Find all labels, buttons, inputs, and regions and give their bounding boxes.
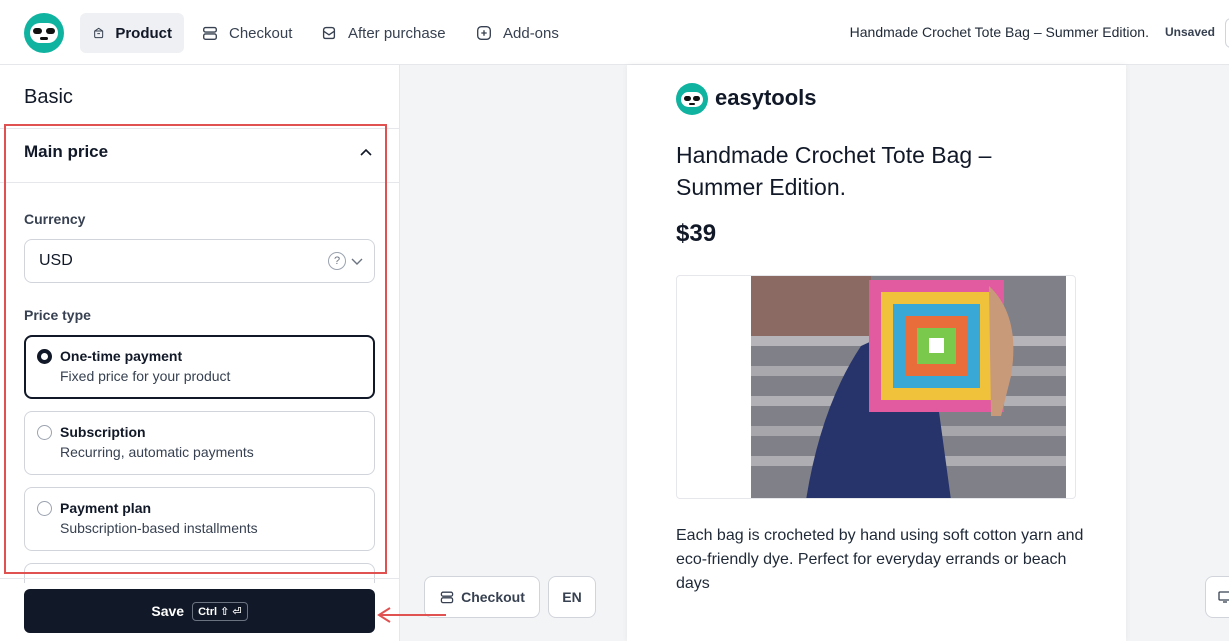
document-title: Handmade Crochet Tote Bag – Summer Editi…	[849, 24, 1149, 40]
save-button[interactable]: Save Ctrl ⇧ ⏎	[24, 589, 375, 633]
tab-product-label: Product	[115, 24, 172, 42]
product-price: $39	[676, 220, 717, 247]
tab-after-purchase-label: After purchase	[348, 24, 446, 42]
product-description: Each bag is crocheted by hand using soft…	[676, 527, 1084, 592]
divider	[0, 578, 399, 579]
checkout-icon	[203, 26, 217, 40]
plus-square-icon	[477, 26, 491, 40]
highlight-annotation	[4, 124, 387, 574]
tab-checkout-label: Checkout	[229, 24, 293, 42]
sloth-face-icon	[30, 23, 58, 43]
checkout-button-label: Checkout	[461, 589, 525, 605]
keyboard-shortcut: Ctrl ⇧ ⏎	[192, 601, 248, 621]
publish-button[interactable]	[1225, 18, 1229, 48]
device-toggle-button[interactable]	[1205, 576, 1229, 618]
section-title: Basic	[24, 86, 73, 108]
language-button[interactable]: EN	[548, 576, 596, 618]
tab-add-ons[interactable]: Add-ons	[463, 13, 571, 53]
arrow-annotation	[377, 607, 446, 623]
unsaved-badge: Unsaved	[1164, 25, 1215, 39]
monitor-icon	[1218, 591, 1229, 603]
save-label: Save	[151, 603, 185, 619]
settings-sidebar: Basic Main price Currency USD ? Price ty…	[0, 65, 400, 641]
brand-logo-icon	[676, 83, 708, 115]
crochet-bag-photo	[751, 276, 1066, 498]
product-title: Handmade Crochet Tote Bag – Summer Editi…	[676, 142, 992, 200]
product-image	[676, 275, 1076, 499]
box-icon	[94, 27, 104, 39]
tab-checkout[interactable]: Checkout	[189, 13, 304, 53]
tab-product[interactable]: Product	[80, 13, 184, 53]
tab-add-ons-label: Add-ons	[503, 24, 559, 42]
top-bar: Product Checkout After purchase Add-ons …	[0, 0, 1229, 65]
checkout-preview-card: easytools Handmade Crochet Tote Bag – Su…	[627, 65, 1126, 641]
mailbox-icon	[322, 26, 336, 40]
tab-after-purchase[interactable]: After purchase	[308, 13, 458, 53]
app-logo[interactable]	[24, 13, 64, 53]
brand-name: easytools	[715, 85, 817, 110]
